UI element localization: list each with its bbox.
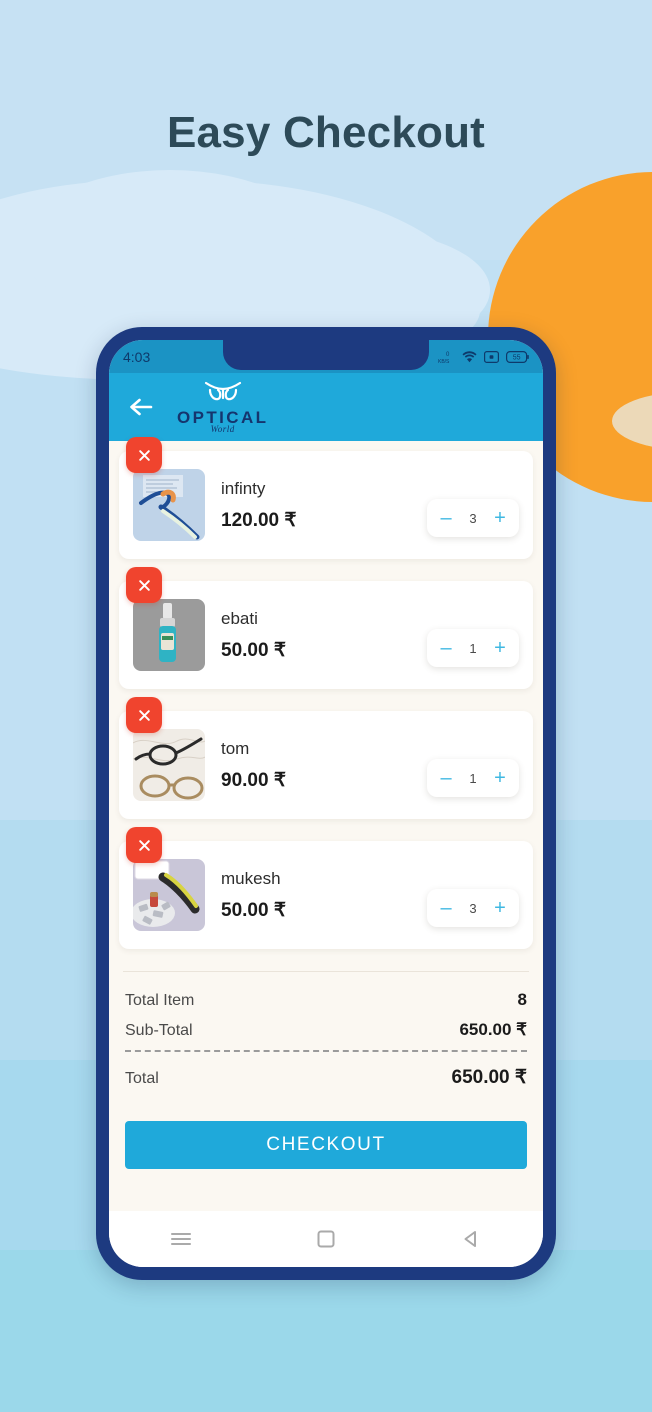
home-square-icon[interactable] xyxy=(306,1219,346,1259)
back-arrow-icon[interactable] xyxy=(125,390,159,424)
android-navigation-bar xyxy=(109,1211,543,1267)
product-price: 50.00 ₹ xyxy=(221,639,286,661)
quantity-stepper[interactable]: – 1 + xyxy=(427,759,519,797)
total-value: 650.00 ₹ xyxy=(451,1067,527,1088)
increment-button[interactable]: + xyxy=(492,768,508,788)
summary-row-total-item: Total Item 8 xyxy=(125,990,527,1010)
quantity-value: 1 xyxy=(469,770,477,786)
remove-item-button[interactable] xyxy=(126,567,162,603)
decrement-button[interactable]: – xyxy=(438,638,454,658)
product-thumbnail xyxy=(133,729,205,801)
product-info: ebati 50.00 ₹ xyxy=(205,609,427,662)
checkout-area: CHECKOUT xyxy=(109,1099,543,1169)
product-info: infinty 120.00 ₹ xyxy=(205,479,427,532)
quantity-value: 3 xyxy=(469,900,477,916)
decrement-button[interactable]: – xyxy=(438,768,454,788)
total-item-value: 8 xyxy=(517,990,527,1009)
checkout-button[interactable]: CHECKOUT xyxy=(125,1121,527,1169)
app-bar: OPTICAL World xyxy=(109,373,543,441)
phone-screen: 4:03 0 KB/S 55 OPTICAL World infinty 120… xyxy=(109,340,543,1267)
dashed-divider xyxy=(125,1050,527,1052)
status-bar: 4:03 0 KB/S 55 xyxy=(109,340,543,373)
menu-icon[interactable] xyxy=(161,1219,201,1259)
increment-button[interactable]: + xyxy=(492,898,508,918)
decrement-button[interactable]: – xyxy=(438,898,454,918)
product-price: 50.00 ₹ xyxy=(221,899,286,921)
brand-logo: OPTICAL World xyxy=(177,380,268,434)
cart-item[interactable]: tom 90.00 ₹ – 1 + xyxy=(119,697,533,819)
product-thumbnail xyxy=(133,469,205,541)
total-item-label: Total Item xyxy=(125,992,195,1009)
svg-text:55: 55 xyxy=(513,354,521,361)
product-info: tom 90.00 ₹ xyxy=(205,739,427,792)
phone-notch xyxy=(223,340,429,370)
product-price: 120.00 ₹ xyxy=(221,509,297,531)
svg-text:0: 0 xyxy=(446,352,450,358)
remove-item-button[interactable] xyxy=(126,437,162,473)
product-name: tom xyxy=(221,738,250,758)
page-title: Easy Checkout xyxy=(166,108,486,157)
remove-item-button[interactable] xyxy=(126,827,162,863)
product-name: ebati xyxy=(221,608,258,628)
back-triangle-icon[interactable] xyxy=(451,1219,491,1259)
product-name: infinty xyxy=(221,478,266,498)
status-icon-group: 0 KB/S 55 xyxy=(438,350,529,364)
total-label: Total xyxy=(125,1070,159,1087)
screen-record-icon xyxy=(484,350,499,363)
svg-text:KB/S: KB/S xyxy=(438,359,450,364)
product-name: mukesh xyxy=(221,868,281,888)
quantity-stepper[interactable]: – 1 + xyxy=(427,629,519,667)
summary-row-total: Total 650.00 ₹ xyxy=(125,1066,527,1089)
brand-tagline: World xyxy=(210,424,235,434)
quantity-value: 3 xyxy=(469,510,477,526)
battery-icon: 55 xyxy=(506,350,529,363)
phone-mockup: 4:03 0 KB/S 55 OPTICAL World infinty 120… xyxy=(96,327,556,1280)
cart-item[interactable]: infinty 120.00 ₹ – 3 + xyxy=(119,437,533,559)
product-info: mukesh 50.00 ₹ xyxy=(205,869,427,922)
subtotal-label: Sub-Total xyxy=(125,1022,193,1039)
increment-button[interactable]: + xyxy=(492,508,508,528)
eyeglasses-logo-icon xyxy=(202,380,244,408)
status-time: 4:03 xyxy=(123,348,151,365)
order-summary: Total Item 8 Sub-Total 650.00 ₹ Total 65… xyxy=(109,972,543,1089)
summary-row-subtotal: Sub-Total 650.00 ₹ xyxy=(125,1020,527,1040)
cart-item-list: infinty 120.00 ₹ – 3 + ebati 50.00 ₹ – 1… xyxy=(109,437,543,949)
wifi-icon xyxy=(462,350,477,363)
remove-item-button[interactable] xyxy=(126,697,162,733)
cart-item[interactable]: ebati 50.00 ₹ – 1 + xyxy=(119,567,533,689)
product-thumbnail xyxy=(133,859,205,931)
network-speed-icon: 0 KB/S xyxy=(438,350,455,364)
poster-stage: Easy Checkout 4:03 0 KB/S 55 OPTICAL Wor… xyxy=(0,0,652,1412)
increment-button[interactable]: + xyxy=(492,638,508,658)
product-thumbnail xyxy=(133,599,205,671)
decrement-button[interactable]: – xyxy=(438,508,454,528)
cart-item[interactable]: mukesh 50.00 ₹ – 3 + xyxy=(119,827,533,949)
quantity-stepper[interactable]: – 3 + xyxy=(427,889,519,927)
product-price: 90.00 ₹ xyxy=(221,769,286,791)
subtotal-value: 650.00 ₹ xyxy=(459,1020,527,1039)
quantity-value: 1 xyxy=(469,640,477,656)
quantity-stepper[interactable]: – 3 + xyxy=(427,499,519,537)
